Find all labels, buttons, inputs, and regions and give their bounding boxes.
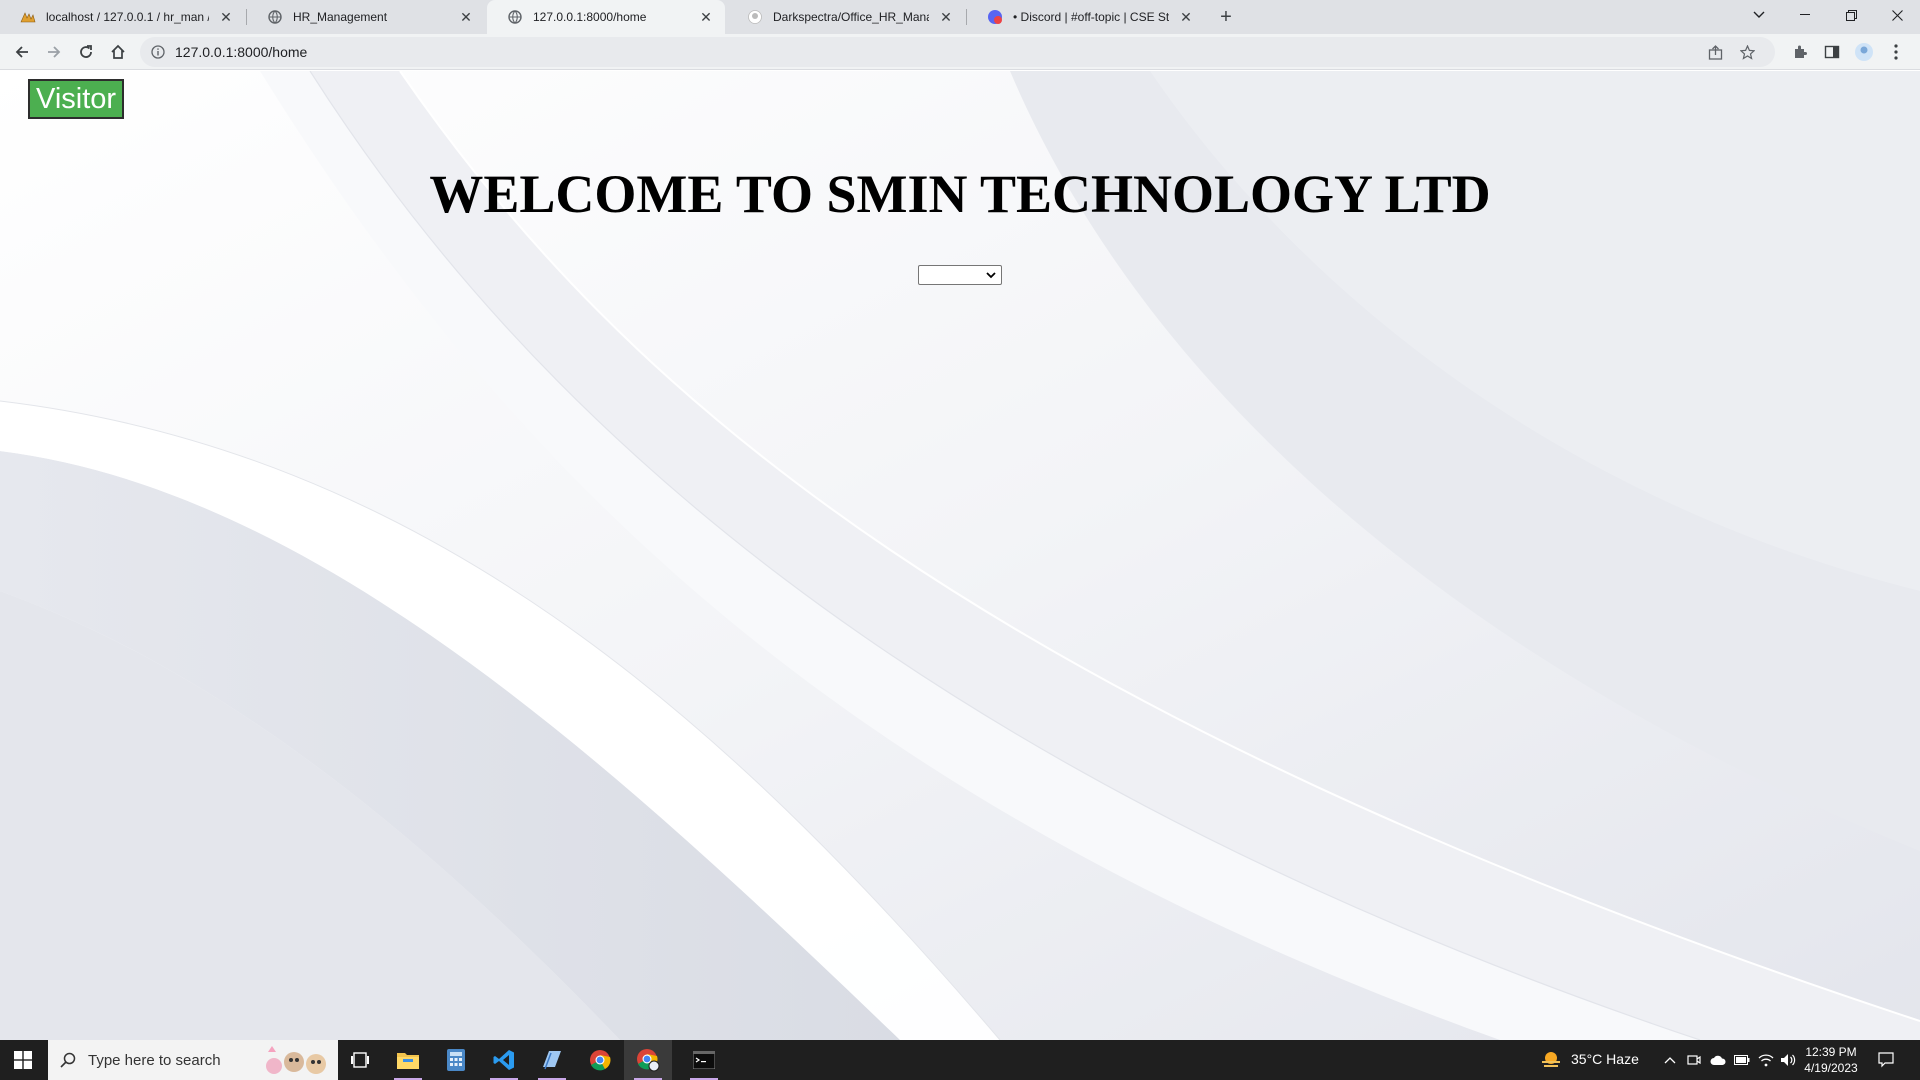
windows-start-icon[interactable] [0,1040,46,1080]
web-page: Visitor WELCOME TO SMIN TECHNOLOGY LTD [0,71,1920,1040]
close-icon[interactable]: ✕ [1177,8,1195,26]
browser-tab[interactable]: HR_Management ✕ [247,0,485,34]
globe-icon [507,9,523,25]
globe-icon [267,9,283,25]
close-icon[interactable]: ✕ [937,8,955,26]
battery-icon[interactable] [1734,1052,1750,1068]
restore-icon[interactable] [1828,0,1874,30]
close-icon[interactable]: ✕ [697,8,715,26]
back-icon[interactable] [8,38,36,66]
meet-now-icon[interactable] [1686,1052,1702,1068]
url-text: 127.0.0.1:8000/home [175,44,308,60]
file-explorer-icon[interactable] [384,1040,432,1080]
page-title: WELCOME TO SMIN TECHNOLOGY LTD [429,164,1491,224]
browser-tab[interactable]: Darkspectra/Office_HR_Managem ✕ [727,0,965,34]
forward-icon[interactable] [40,38,68,66]
clock-time: 12:39 PM [1805,1045,1857,1059]
search-placeholder: Type here to search [88,1052,221,1069]
close-icon[interactable]: ✕ [217,8,235,26]
chevron-down-icon [986,272,996,279]
browser-tab-strip: localhost / 127.0.0.1 / hr_man / e ✕ HR_… [0,0,1920,34]
chrome-icon[interactable] [576,1040,624,1080]
discord-icon [987,9,1003,25]
notes-app-icon[interactable] [528,1040,576,1080]
tab-title: • Discord | #off-topic | CSE Stude [1013,10,1169,24]
vscode-icon[interactable] [480,1040,528,1080]
tab-title: localhost / 127.0.0.1 / hr_man / e [46,10,209,24]
calculator-icon[interactable] [432,1040,480,1080]
tab-search-icon[interactable] [1736,0,1782,30]
terminal-icon[interactable] [680,1040,728,1080]
bookmark-star-icon[interactable] [1737,42,1757,62]
system-clock[interactable]: 12:39 PM 4/19/2023 [1792,1044,1870,1076]
tab-title: 127.0.0.1:8000/home [533,10,647,24]
weather-text[interactable]: 35°C Haze [1571,1051,1639,1067]
extensions-icon[interactable] [1788,40,1812,64]
tab-title: Darkspectra/Office_HR_Managem [773,10,929,24]
search-highlight-illustration-icon [266,1046,326,1074]
close-icon[interactable]: ✕ [457,8,475,26]
phpmyadmin-icon [20,9,36,25]
close-window-icon[interactable] [1874,0,1920,30]
chrome-profile-icon[interactable] [624,1040,672,1080]
new-tab-button[interactable]: + [1213,4,1239,30]
home-icon[interactable] [104,38,132,66]
weather-haze-icon[interactable] [1540,1049,1562,1071]
browser-toolbar: 127.0.0.1:8000/home [0,34,1920,70]
menu-kebab-icon[interactable] [1884,40,1908,64]
browser-tab[interactable]: localhost / 127.0.0.1 / hr_man / e ✕ [0,0,245,34]
onedrive-cloud-icon[interactable] [1710,1052,1726,1068]
side-panel-icon[interactable] [1820,40,1844,64]
search-icon [60,1052,76,1068]
wifi-icon[interactable] [1758,1052,1774,1068]
browser-tab[interactable]: • Discord | #off-topic | CSE Stude ✕ [967,0,1205,34]
minimize-icon[interactable] [1782,0,1828,30]
role-select-dropdown[interactable] [918,265,1002,285]
profile-avatar-icon[interactable] [1852,40,1876,64]
share-icon[interactable] [1705,42,1725,62]
taskbar-search-box[interactable]: Type here to search [48,1040,338,1080]
windows-taskbar: Type here to search 35°C Haze 12:39 PM 4… [0,1040,1920,1080]
chevron-up-icon[interactable] [1662,1052,1678,1068]
reload-icon[interactable] [72,38,100,66]
clock-date: 4/19/2023 [1804,1061,1858,1075]
visitor-button[interactable]: Visitor [28,79,125,119]
task-view-icon[interactable] [336,1040,384,1080]
browser-tab-active[interactable]: 127.0.0.1:8000/home ✕ [487,0,725,34]
notifications-icon[interactable] [1878,1052,1894,1068]
tab-title: HR_Management [293,10,388,24]
address-bar[interactable]: 127.0.0.1:8000/home [140,37,1775,67]
site-info-icon[interactable] [150,44,166,60]
github-icon [747,9,763,25]
